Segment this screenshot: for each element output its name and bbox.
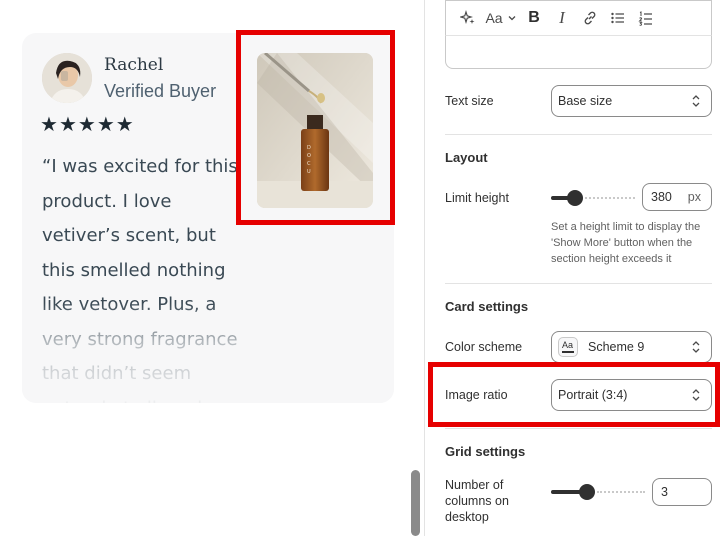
- section-divider: [445, 283, 712, 284]
- limit-height-slider[interactable]: [551, 190, 635, 206]
- sparkle-icon[interactable]: [454, 4, 482, 32]
- columns-value: 3: [661, 485, 668, 499]
- slider-track: [585, 197, 635, 199]
- review-line: very strong fragrance: [42, 328, 238, 350]
- settings-panel: Aa B I Text size Base size Layout Limit …: [425, 0, 726, 536]
- review-line: “I was excited for this: [42, 156, 238, 177]
- columns-label: Number of columns on desktop: [445, 478, 509, 524]
- section-preview: Rachel Verified Buyer ★ ★ ★ ★ ★ “I was e…: [0, 0, 410, 536]
- bold-button[interactable]: B: [520, 4, 548, 32]
- text-size-label: Text size: [445, 94, 494, 108]
- numbered-list-icon[interactable]: [632, 4, 660, 32]
- preview-scrollbar[interactable]: [411, 470, 420, 536]
- limit-height-input[interactable]: 380 px: [642, 183, 712, 211]
- color-scheme-swatch: Aa: [558, 337, 578, 357]
- app-root: Rachel Verified Buyer ★ ★ ★ ★ ★ “I was e…: [0, 0, 726, 536]
- select-chevron-icon: [692, 341, 700, 353]
- px-suffix: px: [687, 190, 701, 204]
- link-icon[interactable]: [576, 4, 604, 32]
- review-text: “I was excited for this product. I love …: [42, 150, 242, 403]
- review-line: like vetover. Plus, a: [42, 294, 217, 315]
- text-size-value: Base size: [558, 94, 613, 108]
- color-scheme-label: Color scheme: [445, 340, 523, 354]
- text-style-label: Aa: [485, 10, 503, 26]
- image-ratio-highlight-box: [428, 362, 720, 427]
- text-size-select[interactable]: Base size: [551, 85, 712, 117]
- star-rating: ★ ★ ★ ★ ★: [40, 115, 134, 135]
- review-line: that didn’t seem: [42, 363, 192, 384]
- columns-slider[interactable]: [551, 484, 645, 500]
- limit-height-value: 380: [651, 190, 672, 204]
- slider-thumb[interactable]: [579, 484, 595, 500]
- review-line: natural at all, and very: [42, 392, 242, 404]
- color-scheme-select[interactable]: Aa Scheme 9: [551, 331, 712, 363]
- text-style-dropdown[interactable]: Aa: [482, 4, 520, 32]
- card-settings-title: Card settings: [445, 299, 529, 314]
- review-line: this smelled nothing: [42, 259, 226, 281]
- grid-settings-title: Grid settings: [445, 444, 526, 459]
- bullet-list-icon[interactable]: [604, 4, 632, 32]
- reviewer-avatar: [42, 53, 92, 103]
- star-icon: ★: [96, 114, 115, 136]
- italic-button[interactable]: I: [548, 4, 576, 32]
- color-scheme-value: Scheme 9: [588, 340, 645, 354]
- review-line: vetiver’s scent, but: [42, 225, 216, 246]
- slider-thumb[interactable]: [567, 190, 583, 206]
- star-icon: ★: [115, 114, 134, 136]
- star-icon: ★: [58, 114, 77, 136]
- reviewer-name: Rachel: [104, 55, 164, 75]
- slider-track: [597, 491, 645, 493]
- rich-text-editor[interactable]: [445, 36, 712, 69]
- chevron-down-icon: [508, 16, 516, 21]
- star-icon: ★: [40, 114, 58, 136]
- image-highlight-box: [236, 30, 395, 225]
- limit-height-help: Set a height limit to display the 'Show …: [551, 221, 701, 265]
- select-chevron-icon: [692, 95, 700, 107]
- section-divider: [445, 428, 712, 429]
- layout-section-title: Layout: [445, 150, 488, 165]
- review-line: product. I love: [42, 190, 172, 212]
- rich-text-toolbar: Aa B I: [445, 0, 712, 36]
- columns-input[interactable]: 3: [652, 478, 712, 506]
- limit-height-label: Limit height: [445, 191, 509, 205]
- section-divider: [445, 134, 712, 135]
- verified-buyer-label: Verified Buyer: [104, 81, 217, 101]
- star-icon: ★: [77, 114, 96, 136]
